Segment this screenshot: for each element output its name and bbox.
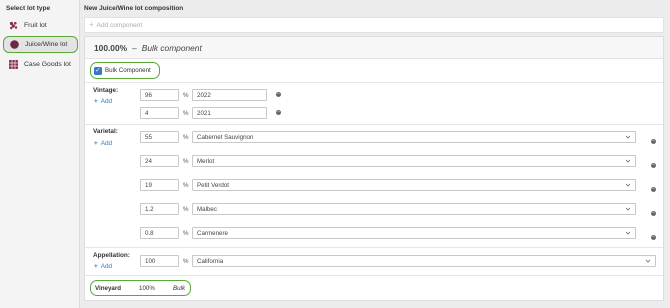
vintage-percent-input[interactable]: 4 <box>140 107 179 119</box>
divider <box>85 247 663 248</box>
lot-type-sidebar: Select lot type Fruit lot Juice/Wine lot <box>0 0 80 308</box>
varietal-name: Petit Verdot <box>197 181 229 189</box>
vintage-year-input[interactable]: 2022 <box>192 89 267 101</box>
divider <box>85 275 663 276</box>
varietal-select[interactable]: Carmenere <box>192 227 636 239</box>
remove-circle-icon[interactable]: − <box>651 211 656 216</box>
sidebar-item-juice-wine-lot[interactable]: Juice/Wine lot <box>3 36 78 53</box>
varietal-select[interactable]: Petit Verdot <box>192 179 636 191</box>
varietal-percent-input[interactable]: 19 <box>140 179 179 191</box>
add-vintage-label: Add <box>100 98 113 105</box>
percent-sign: % <box>183 230 189 237</box>
varietal-percent-input[interactable]: 55 <box>140 131 179 143</box>
varietal-label: Varietal: <box>93 128 118 135</box>
component-percent: 100.00% <box>94 42 128 53</box>
add-appellation-label: Add <box>100 263 113 270</box>
bulk-component-toggle[interactable]: ✓ Bulk Component <box>90 62 160 79</box>
remove-circle-icon[interactable]: − <box>651 235 656 240</box>
remove-circle-icon[interactable]: − <box>651 187 656 192</box>
varietal-name: Malbec <box>197 205 217 213</box>
remove-circle-icon[interactable]: − <box>651 163 656 168</box>
vineyard-name: Vineyard <box>95 284 122 292</box>
varietal-name: Merlot <box>197 157 215 165</box>
vintage-percent-input[interactable]: 96 <box>140 89 179 101</box>
plus-icon: + <box>94 140 98 147</box>
varietal-select[interactable]: Merlot <box>192 155 636 167</box>
plus-icon: + <box>94 98 98 105</box>
plus-icon: + <box>89 20 94 29</box>
percent-sign: % <box>183 182 189 189</box>
sidebar-item-case-goods-lot[interactable]: Case Goods lot <box>3 56 78 73</box>
add-appellation-link[interactable]: + Add <box>94 263 112 270</box>
percent-sign: % <box>183 92 189 99</box>
percent-sign: % <box>183 258 189 265</box>
appellation-name: California <box>197 257 224 265</box>
sidebar-item-label: Fruit lot <box>24 22 47 29</box>
vintage-year-input[interactable]: 2021 <box>192 107 267 119</box>
remove-circle-icon[interactable]: − <box>276 92 281 97</box>
appellation-select[interactable]: California <box>192 255 656 267</box>
vintage-label: Vintage: <box>93 87 119 94</box>
chevron-down-icon <box>625 207 631 211</box>
appellation-label: Appellation: <box>93 252 130 259</box>
divider <box>85 82 663 83</box>
sidebar-item-fruit-lot[interactable]: Fruit lot <box>3 17 78 34</box>
sidebar-item-label: Juice/Wine lot <box>25 41 68 48</box>
add-varietal-label: Add <box>100 140 113 147</box>
add-vintage-link[interactable]: + Add <box>94 98 112 105</box>
sidebar-title: Select lot type <box>6 5 51 12</box>
divider <box>85 124 663 125</box>
bulk-component-label: Bulk Component <box>105 67 151 74</box>
percent-sign: % <box>183 158 189 165</box>
wine-circle-icon <box>10 40 19 49</box>
add-varietal-link[interactable]: + Add <box>94 140 112 147</box>
vineyard-percent: 100% <box>139 284 155 292</box>
page-title: New Juice/Wine lot composition <box>84 5 184 12</box>
component-header: 100.00% – Bulk component <box>85 37 663 59</box>
sidebar-item-label: Case Goods lot <box>24 61 71 68</box>
chevron-down-icon <box>645 259 651 263</box>
grapes-icon <box>9 21 18 30</box>
varietal-percent-input[interactable]: 24 <box>140 155 179 167</box>
varietal-percent-input[interactable]: 0.8 <box>140 227 179 239</box>
chevron-down-icon <box>625 183 631 187</box>
component-panel: 100.00% – Bulk component ✓ Bulk Componen… <box>84 36 664 301</box>
appellation-percent-input[interactable]: 100 <box>140 255 179 267</box>
percent-sign: % <box>183 110 189 117</box>
chevron-down-icon <box>625 231 631 235</box>
plus-icon: + <box>94 263 98 270</box>
vineyard-kind: Bulk <box>173 284 186 292</box>
case-grid-icon <box>9 60 18 69</box>
chevron-down-icon <box>625 159 631 163</box>
percent-sign: % <box>183 206 189 213</box>
varietal-name: Carmenere <box>197 229 228 237</box>
remove-circle-icon[interactable]: − <box>276 110 281 115</box>
header-dash: – <box>132 42 137 53</box>
component-type: Bulk component <box>141 42 202 53</box>
chevron-down-icon <box>625 135 631 139</box>
varietal-percent-input[interactable]: 1.2 <box>140 203 179 215</box>
bulk-component-checkbox[interactable]: ✓ <box>94 66 102 75</box>
percent-sign: % <box>183 134 189 141</box>
varietal-select[interactable]: Cabernet Sauvignon <box>192 131 636 143</box>
remove-circle-icon[interactable]: − <box>651 139 656 144</box>
varietal-select[interactable]: Malbec <box>192 203 636 215</box>
varietal-name: Cabernet Sauvignon <box>197 133 254 141</box>
vineyard-summary: Vineyard 100% Bulk <box>90 280 191 296</box>
add-component-label: Add component <box>96 21 143 29</box>
add-component-button[interactable]: + Add component <box>84 17 664 33</box>
